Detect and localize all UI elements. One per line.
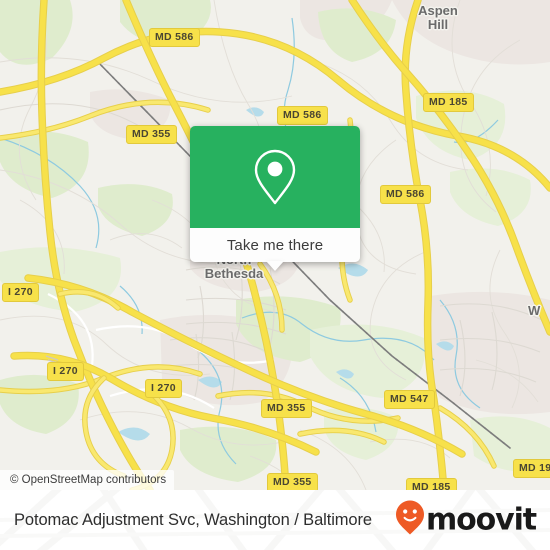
shield-md-19-clip: MD 19 <box>513 459 550 478</box>
map-attribution[interactable]: © OpenStreetMap contributors <box>0 470 175 490</box>
shield-i-270-w: I 270 <box>2 283 39 302</box>
page-title: Potomac Adjustment Svc, Washington / Bal… <box>14 510 372 529</box>
moovit-logo[interactable]: moovit <box>395 500 537 541</box>
shield-md-355-bot: MD 355 <box>267 473 318 490</box>
moovit-wordmark: moovit <box>425 502 537 537</box>
place-label-aspen-hill: Aspen Hill <box>418 3 458 32</box>
shield-i-270-s: I 270 <box>145 379 182 398</box>
footer-bar: Potomac Adjustment Svc, Washington / Bal… <box>0 490 550 550</box>
shield-md-547: MD 547 <box>384 390 435 409</box>
popup-marker-area <box>190 126 360 228</box>
moovit-smiley-pin-icon <box>395 500 425 541</box>
map-screenshot: .land { fill:#f2f1ec; } .green { fill:#d… <box>0 0 550 550</box>
place-label-wheaton: W <box>528 303 541 318</box>
shield-md-586-nw: MD 586 <box>149 28 200 47</box>
shield-md-586-n: MD 586 <box>277 106 328 125</box>
location-popup-card[interactable]: Take me there <box>190 126 360 271</box>
map-pin-icon <box>253 148 297 206</box>
shield-md-185: MD 185 <box>423 93 474 112</box>
map-viewport[interactable]: .land { fill:#f2f1ec; } .green { fill:#d… <box>0 0 550 490</box>
shield-md-586-e: MD 586 <box>380 185 431 204</box>
shield-md-355-nw: MD 355 <box>126 125 177 144</box>
take-me-there-button[interactable]: Take me there <box>190 228 360 262</box>
shield-md-355-s: MD 355 <box>261 399 312 418</box>
shield-i-270-sw: I 270 <box>47 362 84 381</box>
shield-md-185-bot: MD 185 <box>406 478 457 490</box>
popup-pointer-tail <box>266 261 284 271</box>
